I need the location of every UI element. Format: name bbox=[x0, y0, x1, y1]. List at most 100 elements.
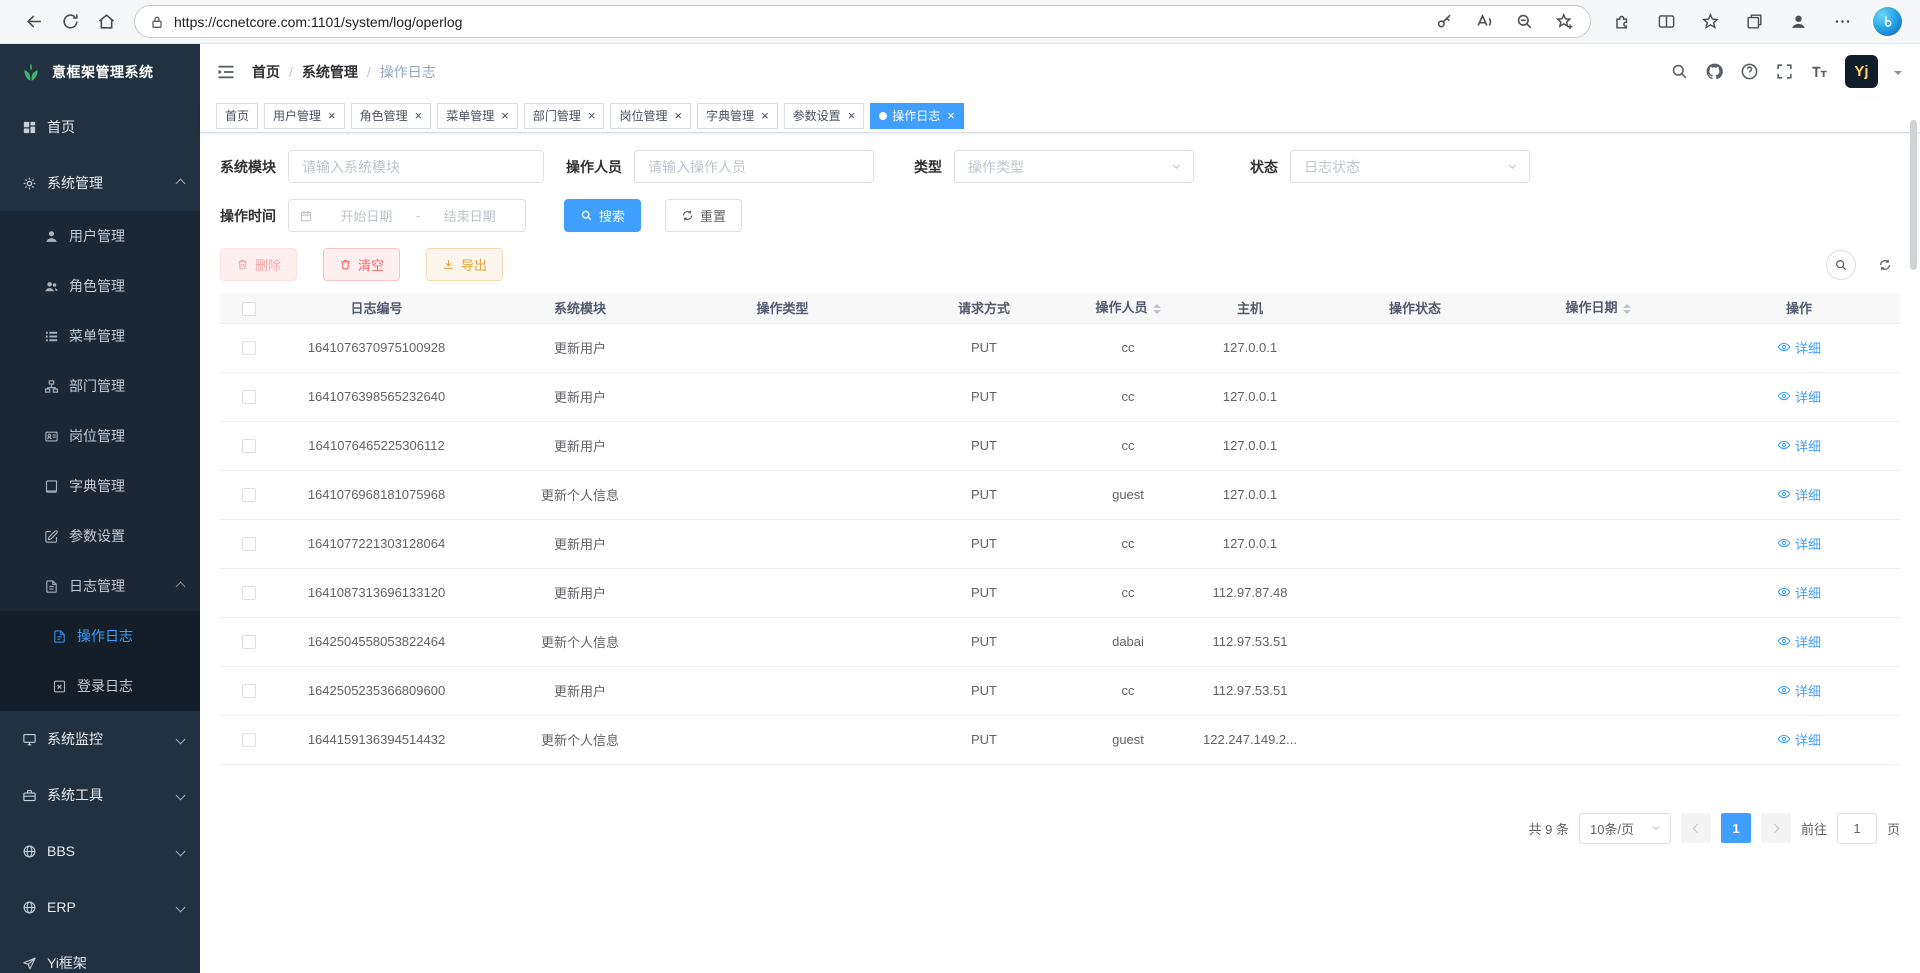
sidebar-item-system-mgmt[interactable]: 系统管理 bbox=[0, 155, 200, 211]
search-button[interactable]: 搜索 bbox=[564, 199, 641, 232]
module-input[interactable] bbox=[288, 150, 544, 183]
tab-close-icon[interactable]: × bbox=[674, 109, 682, 122]
sidebar-item-login-log[interactable]: 登录日志 bbox=[0, 661, 200, 711]
row-checkbox[interactable] bbox=[242, 390, 256, 404]
font-size-icon[interactable] bbox=[1810, 62, 1829, 81]
row-checkbox[interactable] bbox=[242, 341, 256, 355]
breadcrumb-home[interactable]: 首页 bbox=[252, 62, 280, 82]
row-checkbox[interactable] bbox=[242, 733, 256, 747]
tab-home[interactable]: 首页 bbox=[216, 103, 258, 129]
tab-close-icon[interactable]: × bbox=[501, 109, 509, 122]
profile-avatar-icon[interactable] bbox=[1785, 9, 1811, 35]
zoom-out-icon[interactable] bbox=[1512, 10, 1536, 34]
sidebar-item-post-mgmt[interactable]: 岗位管理 bbox=[0, 411, 200, 461]
operator-input[interactable] bbox=[634, 150, 874, 183]
clear-button[interactable]: 清空 bbox=[323, 248, 400, 281]
sidebar-item-log-mgmt[interactable]: 日志管理 bbox=[0, 561, 200, 611]
browser-refresh-button[interactable] bbox=[52, 5, 88, 39]
detail-link[interactable]: 详细 bbox=[1777, 681, 1821, 700]
read-aloud-icon[interactable] bbox=[1472, 10, 1496, 34]
sidebar-item-dict-mgmt[interactable]: 字典管理 bbox=[0, 461, 200, 511]
row-checkbox[interactable] bbox=[242, 537, 256, 551]
settings-menu-icon[interactable] bbox=[1829, 9, 1855, 35]
tab-close-icon[interactable]: × bbox=[328, 109, 336, 122]
goto-page-input[interactable] bbox=[1837, 813, 1877, 844]
next-page-button[interactable] bbox=[1761, 813, 1791, 843]
row-checkbox[interactable] bbox=[242, 488, 256, 502]
collections-icon[interactable] bbox=[1741, 9, 1767, 35]
hamburger-icon[interactable] bbox=[216, 62, 236, 82]
tab-oper-log[interactable]: 操作日志× bbox=[870, 103, 964, 129]
split-screen-icon[interactable] bbox=[1653, 9, 1679, 35]
column-header-operator[interactable]: 操作人员 bbox=[1088, 293, 1168, 323]
row-checkbox[interactable] bbox=[242, 439, 256, 453]
search-icon[interactable] bbox=[1670, 62, 1689, 81]
tab-menu-mgmt[interactable]: 菜单管理× bbox=[437, 103, 518, 129]
tab-close-icon[interactable]: × bbox=[415, 109, 423, 122]
type-select[interactable]: 操作类型 bbox=[954, 150, 1194, 183]
favorites-icon[interactable] bbox=[1697, 9, 1723, 35]
reset-button[interactable]: 重置 bbox=[665, 199, 742, 232]
help-icon[interactable] bbox=[1740, 62, 1759, 81]
row-checkbox[interactable] bbox=[242, 684, 256, 698]
extensions-icon[interactable] bbox=[1609, 9, 1635, 35]
export-button[interactable]: 导出 bbox=[426, 248, 503, 281]
tab-close-icon[interactable]: × bbox=[761, 109, 769, 122]
detail-link[interactable]: 详细 bbox=[1777, 534, 1821, 553]
sort-caret-icon[interactable] bbox=[1623, 300, 1631, 318]
tab-post-mgmt[interactable]: 岗位管理× bbox=[610, 103, 691, 129]
detail-link[interactable]: 详细 bbox=[1777, 338, 1821, 357]
current-page[interactable]: 1 bbox=[1721, 813, 1751, 843]
sidebar-item-oper-log[interactable]: 操作日志 bbox=[0, 611, 200, 661]
date-range-picker[interactable]: 开始日期 - 结束日期 bbox=[288, 199, 526, 232]
show-search-button[interactable] bbox=[1826, 250, 1856, 280]
detail-link[interactable]: 详细 bbox=[1777, 485, 1821, 504]
detail-link[interactable]: 详细 bbox=[1777, 436, 1821, 455]
tab-role-mgmt[interactable]: 角色管理× bbox=[351, 103, 432, 129]
tab-param-settings[interactable]: 参数设置× bbox=[784, 103, 865, 129]
browser-back-button[interactable] bbox=[16, 5, 52, 39]
password-key-icon[interactable] bbox=[1432, 10, 1456, 34]
sidebar-item-dept-mgmt[interactable]: 部门管理 bbox=[0, 361, 200, 411]
page-scrollbar[interactable] bbox=[1910, 120, 1917, 270]
tab-close-icon[interactable]: × bbox=[848, 109, 856, 122]
add-favorite-icon[interactable] bbox=[1552, 10, 1576, 34]
tab-close-icon[interactable]: × bbox=[947, 109, 955, 122]
sort-caret-icon[interactable] bbox=[1153, 300, 1161, 318]
refresh-table-button[interactable] bbox=[1870, 250, 1900, 280]
user-avatar[interactable]: Yj bbox=[1845, 55, 1878, 88]
address-bar[interactable]: https://ccnetcore.com:1101/system/log/op… bbox=[134, 5, 1591, 38]
detail-link[interactable]: 详细 bbox=[1777, 387, 1821, 406]
sidebar-item-user-mgmt[interactable]: 用户管理 bbox=[0, 211, 200, 261]
tab-dict-mgmt[interactable]: 字典管理× bbox=[697, 103, 778, 129]
sidebar-item-home[interactable]: 首页 bbox=[0, 99, 200, 155]
detail-link[interactable]: 详细 bbox=[1777, 583, 1821, 602]
github-icon[interactable] bbox=[1705, 62, 1724, 81]
cell-log-id: 1642505235366809600 bbox=[278, 666, 475, 715]
sidebar-item-system-monitor[interactable]: 系统监控 bbox=[0, 711, 200, 767]
tab-dept-mgmt[interactable]: 部门管理× bbox=[524, 103, 605, 129]
tab-user-mgmt[interactable]: 用户管理× bbox=[264, 103, 345, 129]
page-size-select[interactable]: 10条/页 bbox=[1579, 813, 1671, 844]
sidebar-item-bbs[interactable]: BBS bbox=[0, 823, 200, 879]
select-all-checkbox[interactable] bbox=[242, 302, 256, 316]
row-checkbox[interactable] bbox=[242, 586, 256, 600]
fullscreen-icon[interactable] bbox=[1775, 62, 1794, 81]
detail-link[interactable]: 详细 bbox=[1777, 730, 1821, 749]
delete-button[interactable]: 删除 bbox=[220, 248, 297, 281]
status-select[interactable]: 日志状态 bbox=[1290, 150, 1530, 183]
row-checkbox[interactable] bbox=[242, 635, 256, 649]
column-header-date[interactable]: 操作日期 bbox=[1498, 293, 1698, 323]
tab-close-icon[interactable]: × bbox=[588, 109, 596, 122]
prev-page-button[interactable] bbox=[1681, 813, 1711, 843]
sidebar-item-menu-mgmt[interactable]: 菜单管理 bbox=[0, 311, 200, 361]
breadcrumb-system[interactable]: 系统管理 bbox=[302, 62, 358, 82]
sidebar-item-yi-framework[interactable]: Yi框架 bbox=[0, 935, 200, 973]
detail-link[interactable]: 详细 bbox=[1777, 632, 1821, 651]
sidebar-item-system-tools[interactable]: 系统工具 bbox=[0, 767, 200, 823]
copilot-icon[interactable] bbox=[1873, 7, 1902, 36]
sidebar-item-param-settings[interactable]: 参数设置 bbox=[0, 511, 200, 561]
sidebar-item-role-mgmt[interactable]: 角色管理 bbox=[0, 261, 200, 311]
browser-home-button[interactable] bbox=[88, 5, 124, 39]
sidebar-item-erp[interactable]: ERP bbox=[0, 879, 200, 935]
